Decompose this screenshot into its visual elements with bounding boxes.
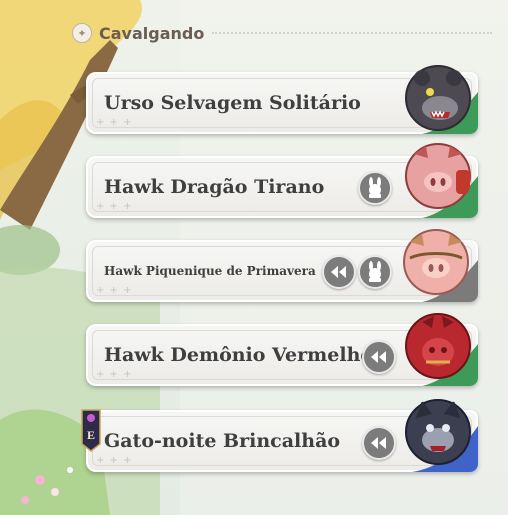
- mount-name: Hawk Demônio Vermelho: [104, 344, 374, 366]
- compass-star-icon: ✦: [72, 23, 92, 43]
- rewind-icon[interactable]: [362, 340, 396, 374]
- bunny-mount-icon[interactable]: [358, 171, 392, 205]
- rewind-icon[interactable]: [322, 255, 356, 289]
- card-decoration: + + +: [96, 369, 133, 380]
- section-title: Cavalgando: [99, 23, 205, 43]
- night-cat-icon: [405, 399, 471, 465]
- mount-name: Gato-noite Brincalhão: [104, 430, 341, 452]
- card-decoration: + + +: [96, 117, 133, 128]
- mount-name: Urso Selvagem Solitário: [104, 92, 361, 114]
- mount-name: Hawk Piquenique de Primavera: [104, 264, 316, 278]
- badge-letter: E: [87, 428, 95, 442]
- pig-picnic-icon: [403, 229, 469, 295]
- section-header: ✦ Cavalgando: [72, 20, 492, 46]
- mount-name: Hawk Dragão Tirano: [104, 176, 325, 198]
- equipped-badge: E: [80, 406, 102, 452]
- bunny-mount-icon[interactable]: [358, 255, 392, 289]
- red-demon-icon: [405, 313, 471, 379]
- rewind-icon[interactable]: [362, 426, 396, 460]
- wild-bear-icon: [405, 65, 471, 131]
- pig-tyrant-icon: [405, 143, 471, 209]
- divider: [212, 32, 492, 34]
- card-decoration: + + +: [96, 285, 133, 296]
- card-decoration: + + +: [96, 455, 133, 466]
- card-decoration: + + +: [96, 201, 133, 212]
